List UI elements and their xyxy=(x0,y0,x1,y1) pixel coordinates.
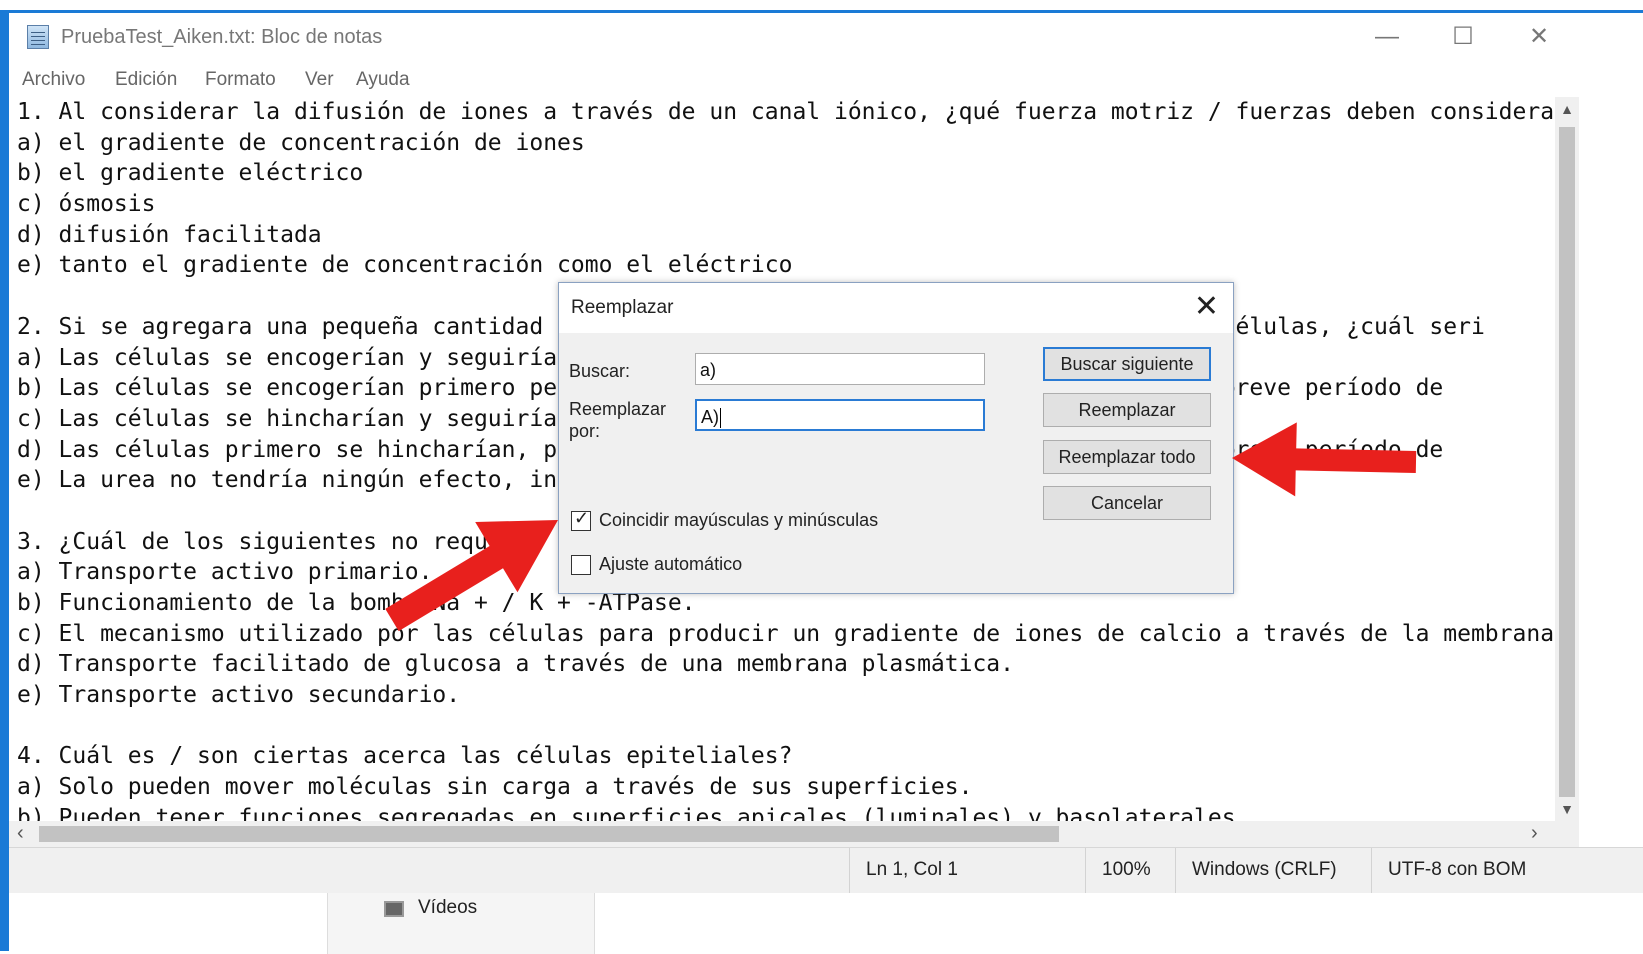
explorer-panel: Vídeos xyxy=(327,893,595,954)
replace-button[interactable]: Reemplazar xyxy=(1043,393,1211,427)
vertical-scrollbar[interactable]: ▲ ▼ xyxy=(1555,97,1579,821)
replace-all-button[interactable]: Reemplazar todo xyxy=(1043,440,1211,474)
text-caret xyxy=(720,408,721,429)
videos-folder-icon xyxy=(384,901,404,917)
replace-dialog: Reemplazar ✕ Buscar: a) Reemplazar por: … xyxy=(558,282,1234,594)
maximize-button[interactable]: ☐ xyxy=(1425,13,1501,61)
status-encoding: UTF-8 con BOM xyxy=(1371,848,1543,894)
replace-label: Reemplazar xyxy=(569,399,667,419)
match-case-label[interactable]: Coincidir mayúsculas y minúsculas xyxy=(599,510,878,531)
window-title: PruebaTest_Aiken.txt: Bloc de notas xyxy=(61,26,383,48)
editor-line: 1. Al considerar la difusión de iones a … xyxy=(17,99,1555,125)
wrap-around-checkbox[interactable] xyxy=(571,555,591,575)
scroll-left-icon[interactable]: ‹ xyxy=(17,822,24,845)
editor-line: c) El mecanismo utilizado por las célula… xyxy=(17,620,1555,647)
close-button[interactable]: ✕ xyxy=(1501,13,1577,61)
editor-line: d) difusión facilitada xyxy=(17,221,322,248)
menu-edicion[interactable]: Edición xyxy=(115,69,177,91)
dialog-title-bar[interactable]: Reemplazar ✕ xyxy=(559,283,1233,333)
notepad-icon xyxy=(27,25,49,49)
menu-ver[interactable]: Ver xyxy=(305,69,334,91)
replace-label-por: por: xyxy=(569,421,601,441)
videos-label[interactable]: Vídeos xyxy=(418,897,477,919)
scroll-right-icon[interactable]: › xyxy=(1531,822,1538,845)
wrap-around-label[interactable]: Ajuste automático xyxy=(599,554,742,575)
status-position: Ln 1, Col 1 xyxy=(849,848,1085,894)
vertical-scroll-thumb[interactable] xyxy=(1559,127,1575,797)
editor-line: c) ósmosis xyxy=(17,191,156,218)
background-explorer: Vídeos xyxy=(9,893,1643,954)
dialog-title: Reemplazar xyxy=(571,297,674,318)
horizontal-scroll-thumb[interactable] xyxy=(39,826,1059,842)
find-next-button[interactable]: Buscar siguiente xyxy=(1043,347,1211,381)
editor-line: 4. Cuál es / son ciertas acerca las célu… xyxy=(17,743,793,770)
replace-input[interactable]: A) xyxy=(695,399,985,431)
scroll-down-icon[interactable]: ▼ xyxy=(1555,801,1579,817)
scroll-up-icon[interactable]: ▲ xyxy=(1555,101,1579,117)
editor-line: b) el gradiente eléctrico xyxy=(17,160,364,187)
menu-formato[interactable]: Formato xyxy=(205,69,276,91)
title-bar[interactable]: PruebaTest_Aiken.txt: Bloc de notas — ☐ … xyxy=(9,13,1643,61)
editor-line: e) tanto el gradiente de concentración c… xyxy=(17,252,793,279)
menu-archivo[interactable]: Archivo xyxy=(22,69,85,91)
menu-bar: Archivo Edición Formato Ver Ayuda xyxy=(9,63,1643,99)
replace-input-value: A) xyxy=(701,407,719,427)
match-case-checkbox[interactable] xyxy=(571,508,591,531)
editor-line: a) Solo pueden mover moléculas sin carga… xyxy=(17,774,973,801)
cancel-button[interactable]: Cancelar xyxy=(1043,486,1211,520)
status-line-endings: Windows (CRLF) xyxy=(1175,848,1371,894)
status-bar: Ln 1, Col 1 100% Windows (CRLF) UTF-8 co… xyxy=(9,847,1643,894)
menu-ayuda[interactable]: Ayuda xyxy=(356,69,410,91)
horizontal-scrollbar[interactable]: ‹ › xyxy=(9,821,1579,847)
minimize-button[interactable]: — xyxy=(1349,13,1425,61)
editor-line: a) el gradiente de concentración de ione… xyxy=(17,129,585,156)
find-input[interactable]: a) xyxy=(695,353,985,385)
editor-line: d) Transporte facilitado de glucosa a tr… xyxy=(17,651,1014,678)
editor-line: b) Pueden tener funciones segregadas en … xyxy=(17,804,1250,821)
find-input-value: a) xyxy=(700,360,717,380)
status-zoom: 100% xyxy=(1085,848,1175,894)
editor-line: e) Transporte activo secundario. xyxy=(17,682,461,709)
dialog-close-icon[interactable]: ✕ xyxy=(1194,289,1219,324)
find-label: Buscar: xyxy=(569,361,631,381)
